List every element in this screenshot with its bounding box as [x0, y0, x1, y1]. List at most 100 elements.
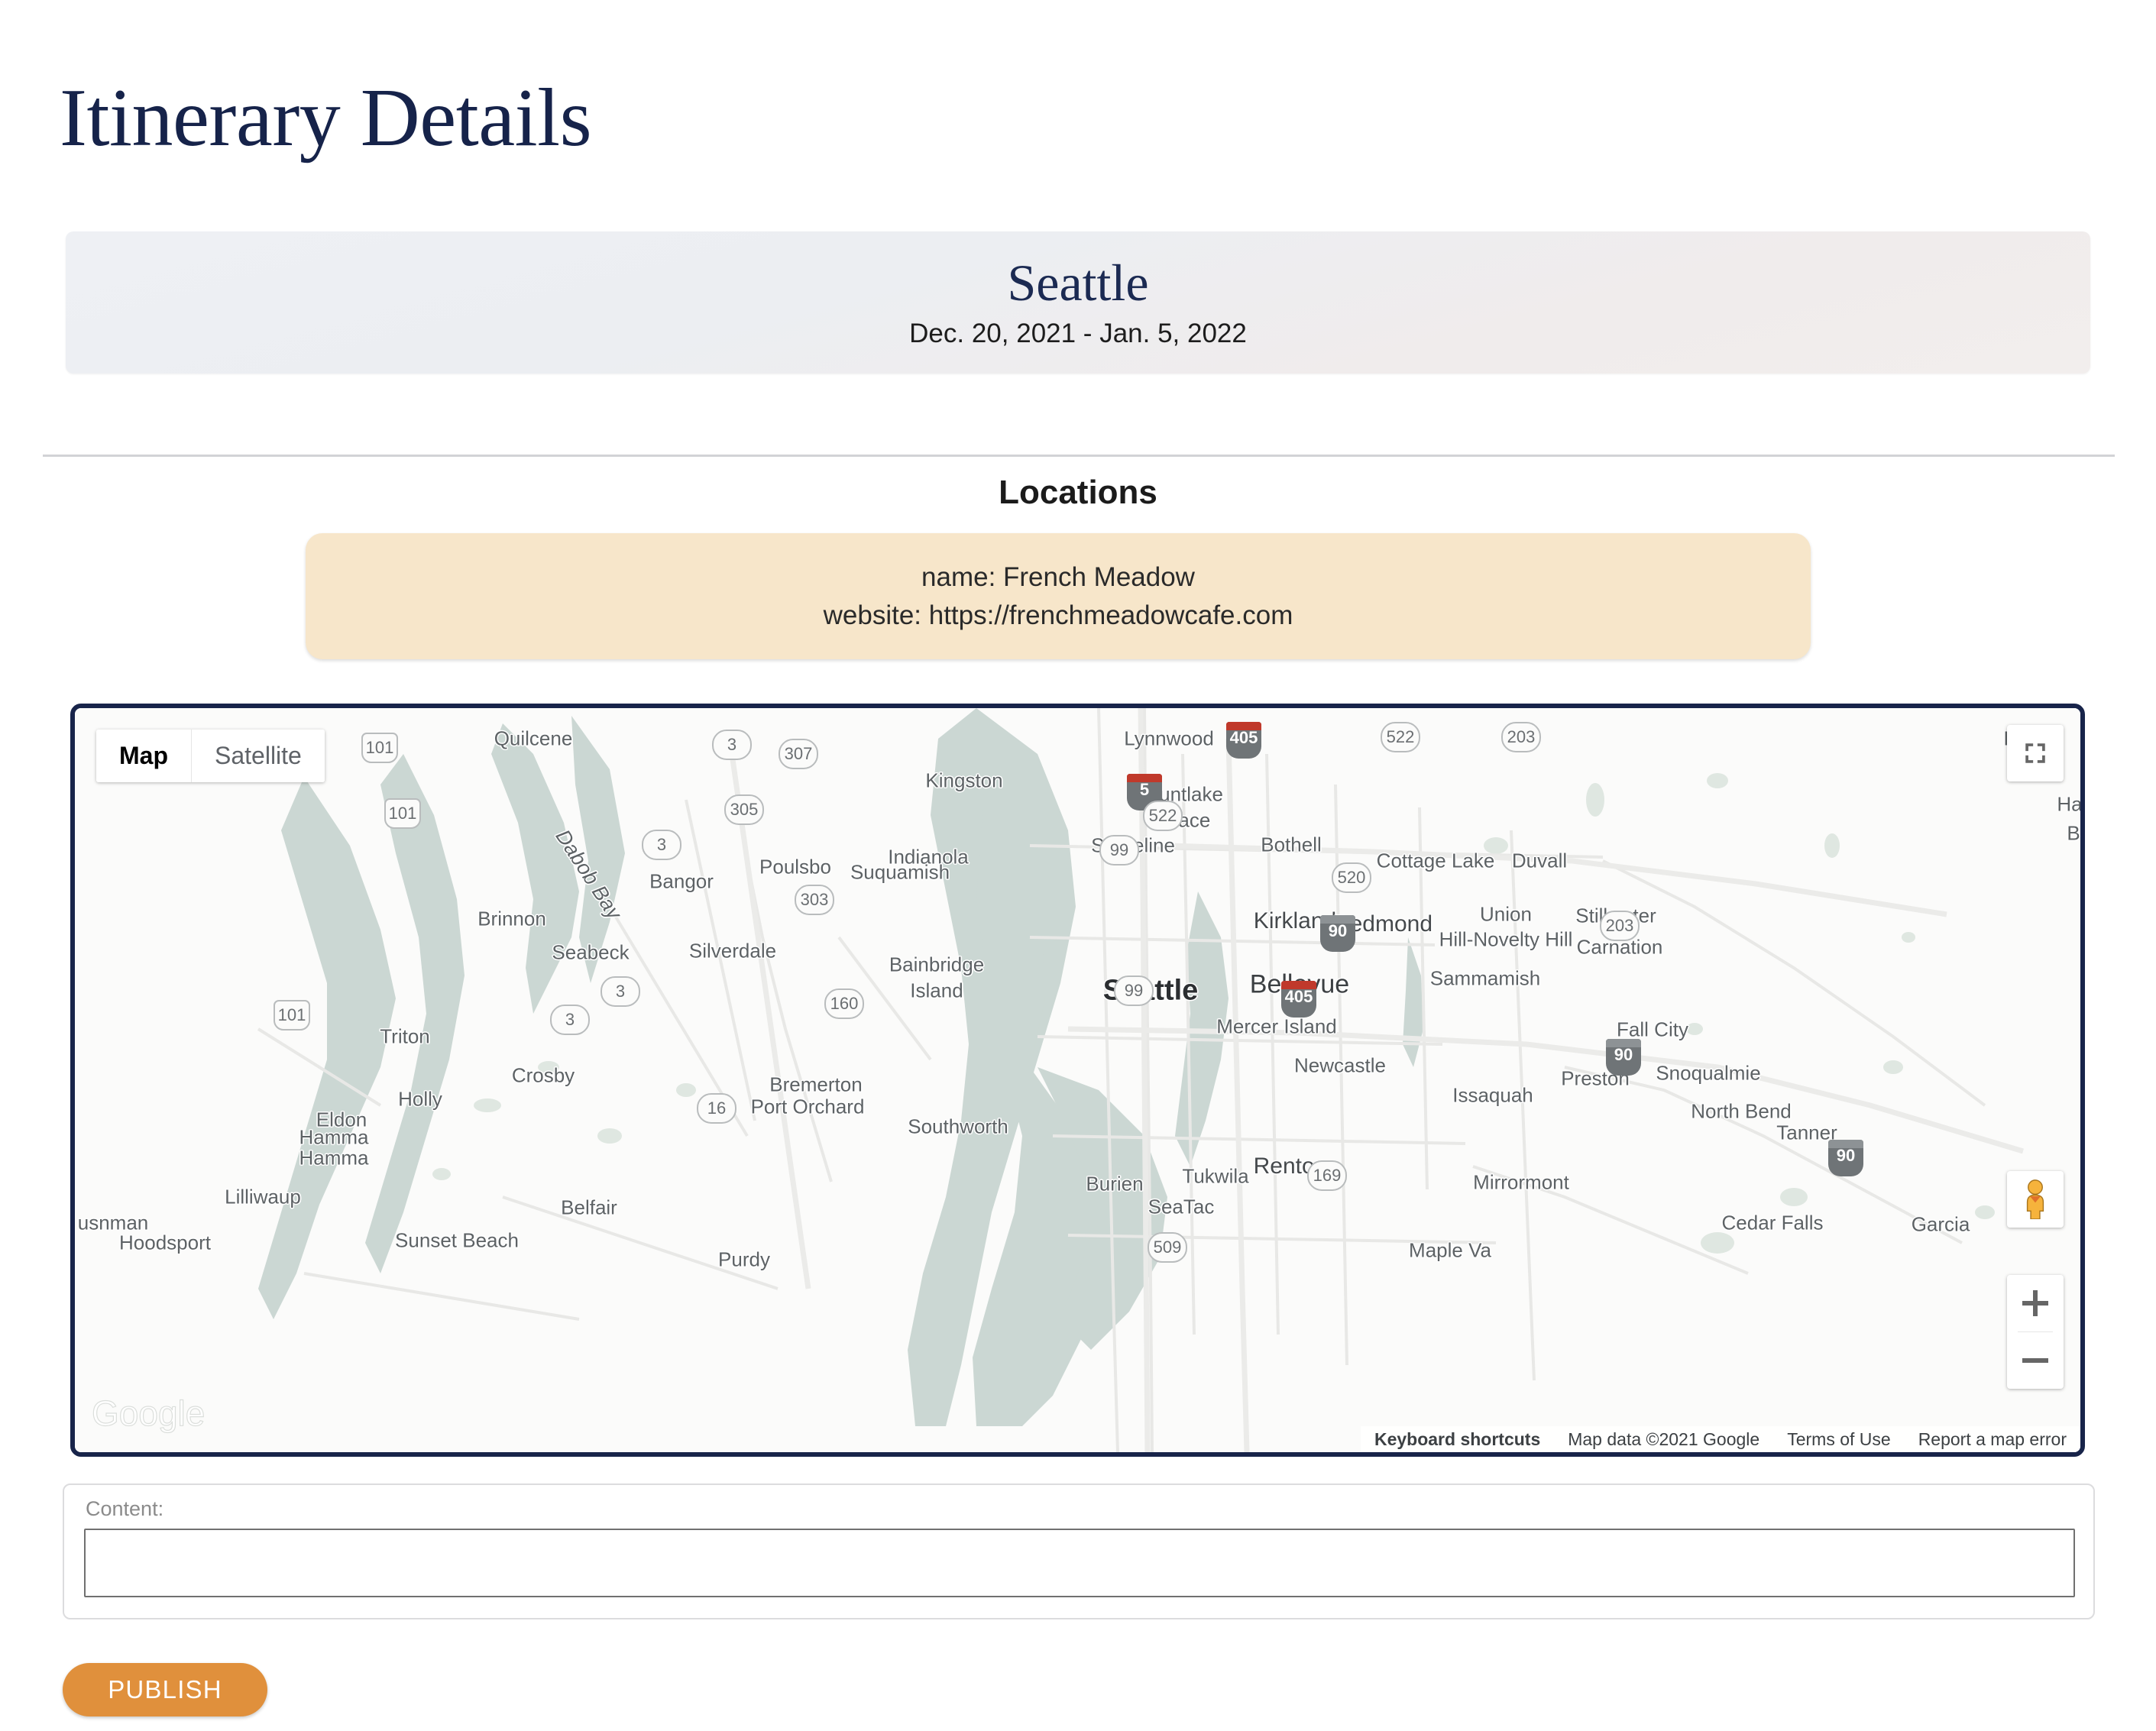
map-place-label: Baring [2067, 821, 2080, 845]
map-geography [75, 708, 2080, 1452]
highway-shield-icon: 90 [1320, 915, 1355, 952]
map-place-label: Snoqualmie [1656, 1061, 1761, 1085]
map-place-label: Bangor [649, 869, 714, 893]
google-logo-watermark: Google [91, 1393, 222, 1440]
location-website: website: https://frenchmeadowcafe.com [823, 600, 1293, 630]
map-type-control[interactable]: Map Satellite [96, 730, 325, 782]
section-divider [43, 455, 2115, 457]
map-place-label: Holly [398, 1087, 442, 1111]
highway-shield-icon: 90 [1828, 1140, 1863, 1176]
map-place-label: Kingston [925, 768, 1003, 792]
trip-name: Seattle [1007, 253, 1149, 312]
zoom-in-button[interactable] [2007, 1275, 2064, 1331]
highway-shield-icon: 101 [274, 1000, 310, 1031]
highway-shield-icon: 3 [712, 730, 752, 760]
svg-text:Google: Google [92, 1393, 205, 1433]
map-place-label: Bremerton [769, 1073, 863, 1096]
map-place-label: SeaTac [1148, 1195, 1215, 1218]
fullscreen-button[interactable] [2007, 725, 2064, 781]
highway-shield-icon: 3 [601, 976, 640, 1007]
zoom-out-button[interactable] [2007, 1332, 2064, 1389]
map-place-label: Crosby [511, 1063, 575, 1087]
map-container[interactable]: QuilceneLynnwoodIndexKingstonMountlakeTe… [70, 704, 2085, 1457]
map-place-label: Maple Va [1409, 1238, 1491, 1262]
publish-button[interactable]: PUBLISH [63, 1663, 267, 1716]
highway-shield-icon: 522 [1143, 801, 1183, 831]
page-title: Itinerary Details [60, 73, 592, 164]
map-place-label: Silverdale [688, 939, 777, 963]
map-place-label: Sunset Beach [395, 1228, 519, 1252]
map-place-label: Duvall [1511, 849, 1568, 872]
highway-shield-icon: 3 [642, 830, 681, 860]
highway-shield-icon: 101 [384, 798, 421, 829]
map-place-label: Lilliwaup [225, 1185, 301, 1208]
map-place-label: Port Orchard [750, 1095, 865, 1118]
map-place-label: Island [910, 979, 963, 1002]
map-place-label: North Bend [1691, 1099, 1792, 1123]
highway-shield-icon: 303 [795, 885, 834, 915]
map-place-label: Brinnon [477, 907, 546, 930]
highway-shield-icon: 99 [1114, 976, 1154, 1006]
map-place-label: Burien [1086, 1172, 1144, 1196]
map-place-label: Issaquah [1452, 1083, 1533, 1107]
map-place-label: Fall City [1617, 1018, 1688, 1041]
keyboard-shortcuts-link[interactable]: Keyboard shortcuts [1360, 1426, 1555, 1452]
highway-shield-icon: 160 [824, 988, 864, 1019]
map-place-label: Triton [380, 1024, 430, 1048]
highway-shield-icon: 307 [779, 739, 818, 769]
map-place-label: Hamma [299, 1146, 369, 1170]
map-place-label: Hill-Novelty Hill [1439, 927, 1573, 951]
map-data-copyright: Map data ©2021 Google [1554, 1426, 1774, 1452]
itinerary-details-page: Itinerary Details Seattle Dec. 20, 2021 … [0, 0, 2156, 1731]
map-place-label: Mirrormont [1473, 1170, 1569, 1194]
trip-dates: Dec. 20, 2021 - Jan. 5, 2022 [909, 319, 1247, 349]
highway-shield-icon: 405 [1281, 981, 1316, 1018]
highway-shield-icon: 305 [724, 794, 764, 825]
map-place-label: Bainbridge [889, 953, 985, 976]
map-place-label: Cedar Falls [1721, 1211, 1824, 1234]
highway-shield-icon: 101 [361, 733, 398, 763]
map-place-label: Union [1480, 902, 1532, 926]
highway-shield-icon: 203 [1501, 722, 1541, 752]
map-canvas[interactable]: QuilceneLynnwoodIndexKingstonMountlakeTe… [75, 708, 2080, 1452]
highway-shield-icon: 509 [1148, 1232, 1187, 1263]
street-view-pegman-button[interactable] [2007, 1171, 2064, 1228]
map-place-label: Ha [2057, 792, 2080, 816]
location-card[interactable]: name: French Meadow website: https://fre… [306, 533, 1811, 659]
highway-shield-icon: 169 [1307, 1160, 1347, 1191]
highway-shield-icon: 90 [1606, 1039, 1641, 1076]
map-place-label: Garcia [1911, 1212, 1970, 1236]
highway-shield-icon: 405 [1226, 722, 1261, 759]
highway-shield-icon: 520 [1332, 862, 1371, 893]
map-place-label: Quilcene [494, 726, 573, 750]
map-type-satellite-button[interactable]: Satellite [191, 730, 325, 782]
map-place-label: Seabeck [552, 940, 630, 964]
map-place-label: Southworth [908, 1115, 1008, 1138]
trip-header-card: Seattle Dec. 20, 2021 - Jan. 5, 2022 [66, 231, 2090, 374]
highway-shield-icon: 203 [1600, 911, 1640, 941]
map-type-map-button[interactable]: Map [96, 730, 191, 782]
map-place-label: Belfair [561, 1196, 617, 1219]
map-place-label: Cottage Lake [1376, 849, 1495, 872]
zoom-controls[interactable] [2007, 1275, 2064, 1389]
location-name: name: French Meadow [921, 561, 1195, 592]
terms-of-use-link[interactable]: Terms of Use [1773, 1426, 1905, 1452]
map-place-label: Lynnwood [1124, 726, 1214, 750]
highway-shield-icon: 522 [1381, 722, 1420, 752]
map-place-label: Bothell [1261, 833, 1322, 856]
map-place-label: Mercer Island [1216, 1014, 1337, 1038]
pegman-icon [2026, 1179, 2044, 1219]
map-place-label: Tukwila [1182, 1164, 1249, 1188]
locations-heading: Locations [999, 474, 1157, 511]
content-textarea[interactable] [84, 1529, 2075, 1597]
highway-shield-icon: 99 [1099, 835, 1139, 866]
highway-shield-icon: 3 [550, 1005, 590, 1035]
map-place-label: Hoodsport [119, 1231, 211, 1254]
map-place-label: Purdy [718, 1247, 770, 1271]
report-map-error-link[interactable]: Report a map error [1904, 1426, 2080, 1452]
highway-shield-icon: 16 [697, 1093, 736, 1124]
map-place-label: Sammamish [1429, 966, 1541, 990]
content-field-label: Content: [86, 1497, 164, 1520]
map-place-label: Newcastle [1294, 1053, 1386, 1077]
map-attribution-bar: Keyboard shortcuts Map data ©2021 Google… [1360, 1426, 2080, 1452]
